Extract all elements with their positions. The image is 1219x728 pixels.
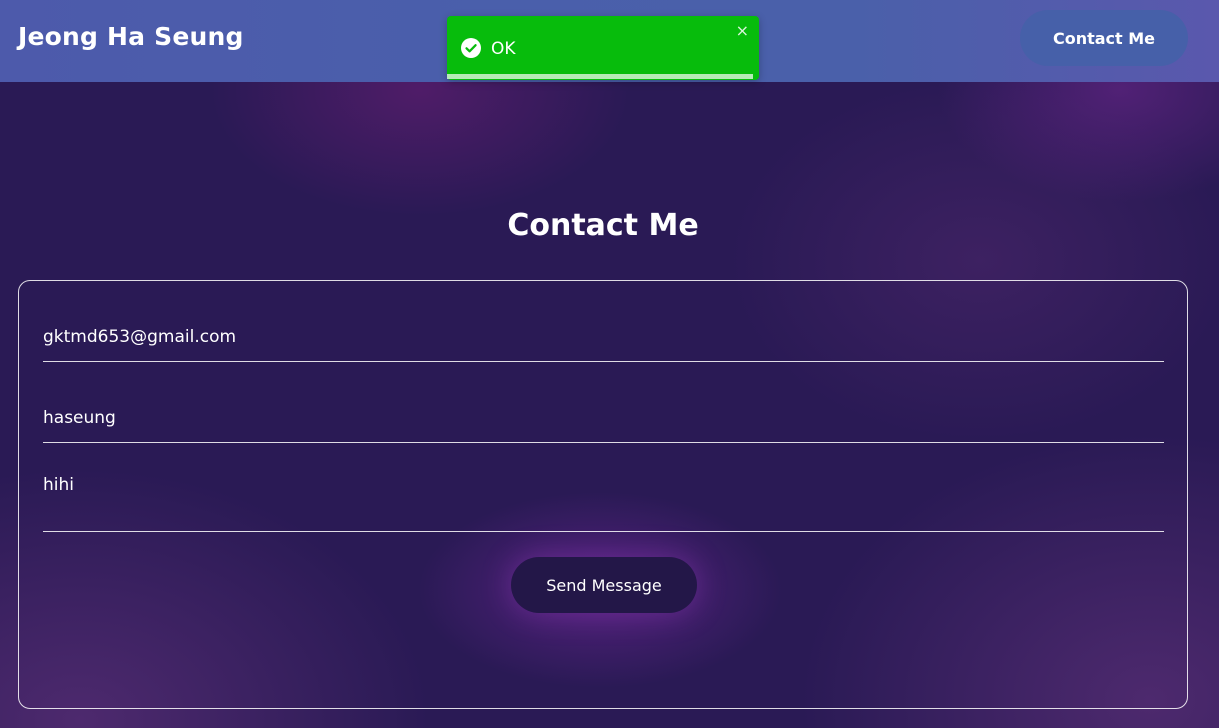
- toast-progress-bar: [447, 74, 753, 79]
- nav-contact-button[interactable]: Contact Me: [1020, 10, 1188, 66]
- check-circle-icon: [461, 38, 481, 58]
- send-message-button[interactable]: Send Message: [511, 557, 697, 613]
- email-field[interactable]: [43, 322, 1164, 362]
- toast-message: OK: [491, 39, 516, 59]
- close-icon[interactable]: ×: [736, 23, 749, 39]
- brand-name[interactable]: Jeong Ha Seung: [18, 22, 244, 51]
- success-toast[interactable]: OK ×: [447, 16, 759, 80]
- page-title: Contact Me: [507, 208, 699, 243]
- message-field[interactable]: hihi: [43, 473, 1164, 532]
- contact-form: hihi Send Message: [18, 280, 1188, 709]
- name-field[interactable]: [43, 403, 1164, 443]
